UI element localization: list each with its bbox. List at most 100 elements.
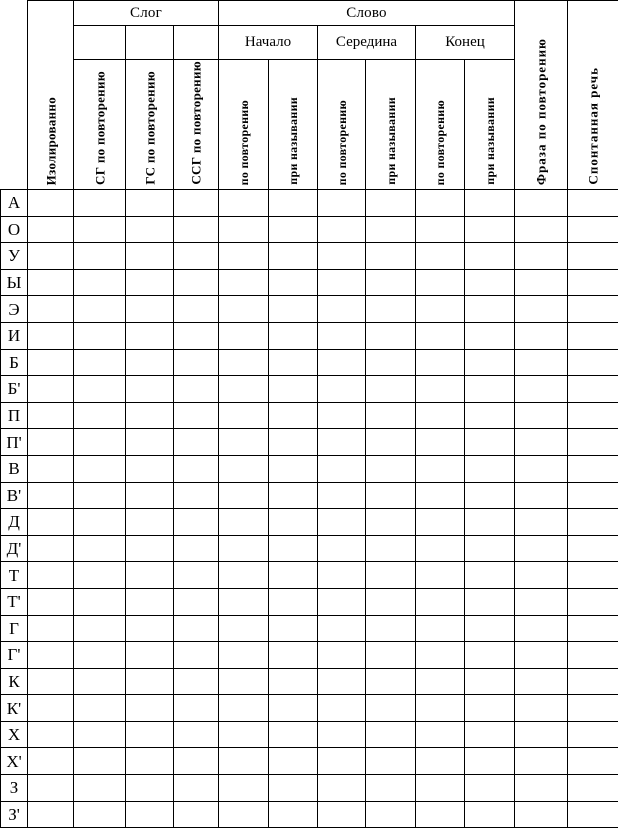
table-cell[interactable] [568,615,618,642]
table-cell[interactable] [568,588,618,615]
table-cell[interactable] [366,322,416,349]
table-cell[interactable] [515,642,568,669]
table-cell[interactable] [174,748,219,775]
table-cell[interactable] [28,801,74,828]
table-cell[interactable] [74,615,126,642]
table-cell[interactable] [219,190,269,217]
table-cell[interactable] [126,322,174,349]
table-cell[interactable] [74,349,126,376]
table-cell[interactable] [318,429,366,456]
table-cell[interactable] [366,190,416,217]
table-cell[interactable] [465,190,515,217]
table-cell[interactable] [366,615,416,642]
table-cell[interactable] [269,748,318,775]
table-cell[interactable] [269,455,318,482]
table-cell[interactable] [465,721,515,748]
table-cell[interactable] [219,668,269,695]
table-cell[interactable] [219,748,269,775]
table-cell[interactable] [74,721,126,748]
table-cell[interactable] [465,322,515,349]
table-cell[interactable] [126,642,174,669]
table-cell[interactable] [515,243,568,270]
table-cell[interactable] [318,721,366,748]
table-cell[interactable] [366,376,416,403]
table-cell[interactable] [174,588,219,615]
table-cell[interactable] [465,455,515,482]
table-cell[interactable] [269,562,318,589]
table-cell[interactable] [568,642,618,669]
table-cell[interactable] [318,376,366,403]
table-cell[interactable] [318,801,366,828]
table-cell[interactable] [568,721,618,748]
table-cell[interactable] [318,190,366,217]
table-cell[interactable] [568,482,618,509]
table-cell[interactable] [416,801,465,828]
table-cell[interactable] [28,429,74,456]
table-cell[interactable] [174,668,219,695]
table-cell[interactable] [366,801,416,828]
table-cell[interactable] [515,748,568,775]
table-cell[interactable] [366,429,416,456]
table-cell[interactable] [416,535,465,562]
table-cell[interactable] [269,509,318,536]
table-cell[interactable] [416,190,465,217]
table-cell[interactable] [416,482,465,509]
table-cell[interactable] [416,322,465,349]
table-cell[interactable] [568,455,618,482]
table-cell[interactable] [74,455,126,482]
table-cell[interactable] [174,322,219,349]
table-cell[interactable] [318,349,366,376]
table-cell[interactable] [28,376,74,403]
table-cell[interactable] [318,482,366,509]
table-cell[interactable] [568,269,618,296]
table-cell[interactable] [269,642,318,669]
table-cell[interactable] [568,402,618,429]
table-cell[interactable] [174,642,219,669]
table-cell[interactable] [515,269,568,296]
table-cell[interactable] [515,190,568,217]
table-cell[interactable] [465,243,515,270]
table-cell[interactable] [269,775,318,802]
table-cell[interactable] [568,190,618,217]
table-cell[interactable] [28,588,74,615]
table-cell[interactable] [28,642,74,669]
table-cell[interactable] [219,349,269,376]
table-cell[interactable] [515,455,568,482]
table-cell[interactable] [515,801,568,828]
table-cell[interactable] [416,269,465,296]
table-cell[interactable] [174,376,219,403]
table-cell[interactable] [568,429,618,456]
table-cell[interactable] [74,296,126,323]
table-cell[interactable] [174,509,219,536]
table-cell[interactable] [126,349,174,376]
table-cell[interactable] [515,562,568,589]
table-cell[interactable] [126,748,174,775]
table-cell[interactable] [126,509,174,536]
table-cell[interactable] [515,775,568,802]
table-cell[interactable] [366,695,416,722]
table-cell[interactable] [28,668,74,695]
table-cell[interactable] [269,296,318,323]
table-cell[interactable] [465,695,515,722]
table-cell[interactable] [219,269,269,296]
table-cell[interactable] [219,243,269,270]
table-cell[interactable] [465,509,515,536]
table-cell[interactable] [28,269,74,296]
table-cell[interactable] [74,801,126,828]
table-cell[interactable] [366,269,416,296]
table-cell[interactable] [366,296,416,323]
table-cell[interactable] [568,243,618,270]
table-cell[interactable] [465,376,515,403]
table-cell[interactable] [568,296,618,323]
table-cell[interactable] [174,429,219,456]
table-cell[interactable] [126,668,174,695]
table-cell[interactable] [515,322,568,349]
table-cell[interactable] [126,376,174,403]
table-cell[interactable] [74,588,126,615]
table-cell[interactable] [28,721,74,748]
table-cell[interactable] [318,296,366,323]
table-cell[interactable] [515,376,568,403]
table-cell[interactable] [568,216,618,243]
table-cell[interactable] [174,535,219,562]
table-cell[interactable] [515,721,568,748]
